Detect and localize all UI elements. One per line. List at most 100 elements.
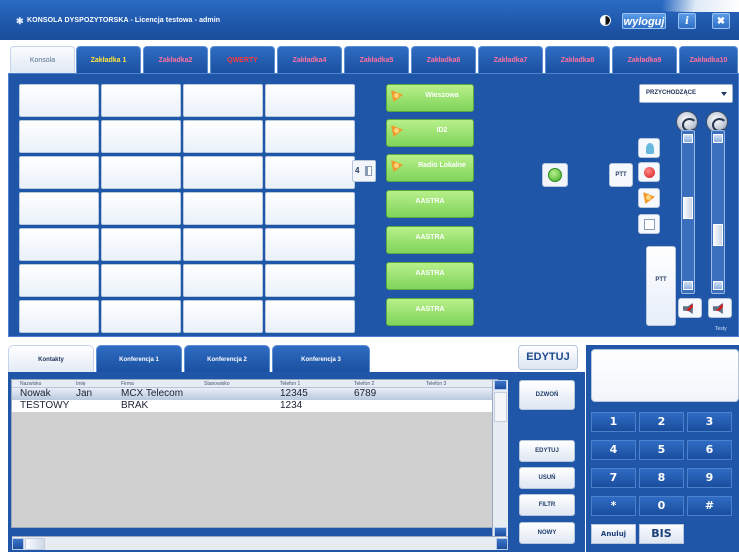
line-slot[interactable] [19,120,99,153]
scroll-left-arrow-icon[interactable] [12,538,24,550]
slider-up-arrow-icon[interactable] [683,134,693,143]
column-header[interactable]: Telefon 2 [354,380,374,388]
dial-key[interactable]: 9 [687,468,732,488]
mute-left-button[interactable] [678,298,702,318]
line-slot[interactable] [101,120,181,153]
line-slot[interactable] [183,84,263,117]
line-slot[interactable] [183,120,263,153]
dial-key[interactable]: * [591,496,636,516]
group-button[interactable]: ID2 [386,119,474,147]
right-volume-thumb[interactable] [713,224,723,246]
dial-key[interactable]: 3 [687,412,732,432]
line-slot[interactable] [19,84,99,117]
line-slot[interactable] [101,156,181,189]
slider-down-arrow-icon[interactable] [713,281,723,290]
group-button[interactable]: AASTRA [386,262,474,290]
redial-button[interactable]: BIS [639,524,684,544]
table-row[interactable]: Nowak Jan MCX Telecom 12345 6789 [12,388,499,400]
line-slot[interactable] [19,156,99,189]
logout-button[interactable]: wyloguj [622,13,666,29]
delete-button[interactable]: USUŃ [519,467,575,489]
scroll-thumb[interactable] [494,392,507,422]
scroll-right-arrow-icon[interactable] [496,538,508,550]
dial-key[interactable]: 2 [639,412,684,432]
record-button[interactable] [638,162,660,182]
contact-tab[interactable]: Konferencja 1 [96,345,182,373]
column-header[interactable]: Firma [121,380,134,388]
filter-button[interactable]: FILTR [519,494,575,516]
right-volume-slider[interactable] [711,130,725,294]
line-slot[interactable] [265,264,355,297]
column-header[interactable]: Telefon 3 [426,380,446,388]
group-button[interactable]: Wieszowa [386,84,474,112]
line-slot[interactable] [183,228,263,261]
tab-item[interactable]: Zakładka4 [277,46,342,74]
line-slot[interactable] [183,300,263,333]
page-button[interactable] [638,214,660,234]
info-button[interactable]: i [678,13,696,29]
line-slot[interactable] [265,228,355,261]
tab-item[interactable]: QWERTY [210,46,275,74]
tab-console[interactable]: Konsola [10,46,75,74]
column-header[interactable]: Telefon 1 [280,380,300,388]
mute-right-button[interactable] [708,298,732,318]
line-slot[interactable] [19,192,99,225]
line-slot[interactable] [101,192,181,225]
new-contact-button[interactable]: NOWY [519,522,575,544]
line-slot[interactable] [19,228,99,261]
scroll-thumb[interactable] [25,538,45,550]
group-call-button[interactable] [638,188,660,208]
ptt-large-button[interactable]: PTT [646,246,676,326]
tab-item[interactable]: Zakładka8 [545,46,610,74]
slider-up-arrow-icon[interactable] [713,134,723,143]
dial-key[interactable]: 0 [639,496,684,516]
group-button[interactable]: Radio Lokalne [386,154,474,182]
line-slot[interactable] [265,156,355,189]
cancel-button[interactable]: Anuluj [591,524,636,544]
left-volume-thumb[interactable] [683,197,693,219]
vertical-scrollbar[interactable] [492,380,508,537]
direction-select[interactable]: PRZYCHODZĄCE [639,84,733,103]
contrast-toggle-button[interactable] [598,13,612,29]
dial-key[interactable]: 1 [591,412,636,432]
line-slot[interactable] [265,120,355,153]
scroll-up-arrow-icon[interactable] [494,380,507,390]
line-slot[interactable] [101,300,181,333]
contact-tab[interactable]: Konferencja 3 [272,345,370,373]
line-slot[interactable] [183,264,263,297]
tab-item[interactable]: Zakładka5 [344,46,409,74]
tab-item[interactable]: Zakładka10 [679,46,738,74]
line-slot[interactable] [19,264,99,297]
column-header[interactable]: Nazwisko [20,380,41,388]
dial-key[interactable]: 8 [639,468,684,488]
column-header[interactable]: Stanowisko [204,380,230,388]
left-volume-slider[interactable] [681,130,695,294]
slider-down-arrow-icon[interactable] [683,281,693,290]
line-slot[interactable] [265,84,355,117]
close-button[interactable]: ✖ [712,13,730,29]
horizontal-scrollbar[interactable] [12,536,508,550]
dial-key[interactable]: 6 [687,440,732,460]
contact-tab[interactable]: Kontakty [8,345,94,373]
speaker-button[interactable]: 4 [352,160,376,182]
line-slot[interactable] [265,300,355,333]
tab-item[interactable]: Zakładka 1 [76,46,141,74]
line-slot[interactable] [101,228,181,261]
edit-button[interactable]: EDYTUJ [519,440,575,462]
table-row[interactable]: TESTOWY BRAK 1234 [12,400,499,412]
line-slot[interactable] [183,192,263,225]
line-slot[interactable] [101,84,181,117]
edit-mode-button[interactable]: EDYTUJ [518,345,578,370]
tab-item[interactable]: Zakładka9 [612,46,677,74]
number-display[interactable] [591,349,739,402]
tab-item[interactable]: Zakładka6 [411,46,476,74]
line-slot[interactable] [101,264,181,297]
group-button[interactable]: AASTRA [386,190,474,218]
line-slot[interactable] [183,156,263,189]
microphone-button[interactable] [638,138,660,158]
contact-tab[interactable]: Konferencja 2 [184,345,270,373]
line-slot[interactable] [265,192,355,225]
line-slot[interactable] [19,300,99,333]
tab-item[interactable]: Zakładka2 [143,46,208,74]
group-button[interactable]: AASTRA [386,298,474,326]
